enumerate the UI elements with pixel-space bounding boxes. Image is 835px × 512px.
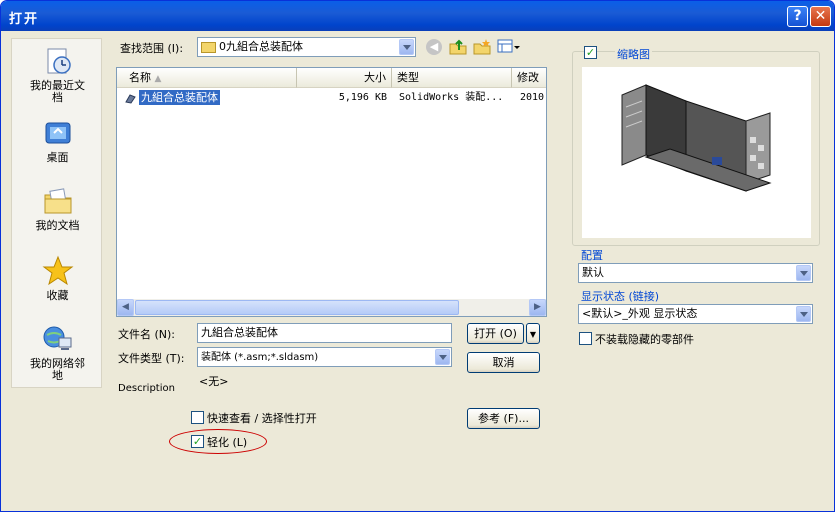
place-label-network: 我的网络邻地 xyxy=(30,357,85,382)
column-header-name[interactable]: 名称 ▲ xyxy=(117,68,297,88)
views-menu-icon[interactable] xyxy=(497,38,521,55)
column-header-size[interactable]: 大小 xyxy=(297,68,392,88)
scroll-right-icon[interactable]: ▶ xyxy=(529,299,546,316)
description-value: <无> xyxy=(199,375,229,388)
scroll-thumb[interactable] xyxy=(135,300,459,315)
quick-view-label: 快速查看 / 选择性打开 xyxy=(207,412,317,425)
references-button[interactable]: 参考 (F)... xyxy=(467,408,540,429)
open-dialog: 打开 ? ✕ 我的最近文档 桌面 我的文档 收藏 我的网络邻地 查找范围 (I)… xyxy=(0,0,835,512)
chevron-down-icon: ▼ xyxy=(529,330,537,339)
table-row[interactable]: 九組合总装配体 5,196 KB SolidWorks 装配... 2010 xyxy=(117,89,546,106)
file-type-dropdown[interactable]: 装配体 (*.asm;*.sldasm) xyxy=(197,347,452,367)
place-label-my-documents: 我的文档 xyxy=(35,219,80,232)
thumbnail-preview xyxy=(582,67,811,238)
chevron-down-icon[interactable] xyxy=(435,349,450,365)
file-type-value: 装配体 (*.asm;*.sldasm) xyxy=(201,352,319,363)
my-documents-icon xyxy=(44,188,71,214)
new-folder-icon[interactable] xyxy=(473,38,491,55)
favorites-star-icon xyxy=(42,255,73,286)
display-state-label: 显示状态 (链接) xyxy=(581,290,660,303)
configuration-value: 默认 xyxy=(582,266,604,279)
back-icon[interactable]: ◀ xyxy=(426,39,442,55)
column-name-label: 名称 xyxy=(129,71,151,84)
file-name-value: 九組合总装配体 xyxy=(201,326,278,339)
chevron-down-icon[interactable] xyxy=(399,39,414,55)
thumbnail-label: 缩略图 xyxy=(615,46,652,62)
recent-documents-icon xyxy=(47,48,71,74)
place-desktop[interactable]: 桌面 xyxy=(12,117,103,164)
display-state-dropdown[interactable]: <默认>_外观 显示状态 xyxy=(578,304,813,324)
desktop-icon xyxy=(45,122,70,144)
look-in-value: 0九組合总装配体 xyxy=(219,40,303,53)
place-label-recent: 我的最近文档 xyxy=(30,79,85,104)
place-my-documents[interactable]: 我的文档 xyxy=(12,185,103,232)
hidden-parts-checkbox[interactable] xyxy=(579,332,592,345)
chevron-down-icon[interactable] xyxy=(796,265,811,281)
file-size-cell: 5,196 KB xyxy=(338,92,387,103)
folder-icon xyxy=(201,41,216,53)
configuration-dropdown[interactable]: 默认 xyxy=(578,263,813,283)
hidden-parts-label: 不装载隐藏的零部件 xyxy=(595,333,694,346)
title-bar[interactable]: 打开 ? ✕ xyxy=(1,1,834,31)
lightweight-label: 轻化 (L) xyxy=(207,436,248,449)
chevron-down-icon[interactable] xyxy=(796,306,811,322)
file-list[interactable]: 名称 ▲ 大小 类型 修改 九組合总装配体 5,196 KB SolidWork… xyxy=(116,67,547,317)
quick-view-checkbox[interactable] xyxy=(191,411,204,424)
lightweight-checkbox[interactable]: ✓ xyxy=(191,435,204,448)
open-options-button[interactable]: ▼ xyxy=(526,323,540,344)
assembly-preview-image xyxy=(621,84,772,192)
description-label: Description xyxy=(118,383,175,394)
place-recent[interactable]: 我的最近文档 xyxy=(12,45,103,104)
sort-ascending-icon: ▲ xyxy=(154,74,162,84)
place-network[interactable]: 我的网络邻地 xyxy=(12,323,103,382)
look-in-label: 查找范围 (I): xyxy=(120,42,184,55)
cancel-button[interactable]: 取消 xyxy=(467,352,540,373)
place-label-desktop: 桌面 xyxy=(46,151,69,164)
file-type-label: 文件类型 (T): xyxy=(118,352,185,365)
file-name-input[interactable]: 九組合总装配体 xyxy=(197,323,452,343)
open-button[interactable]: 打开 (O) xyxy=(467,323,524,344)
place-label-favorites: 收藏 xyxy=(46,289,69,302)
places-bar: 我的最近文档 桌面 我的文档 收藏 我的网络邻地 xyxy=(11,38,102,388)
close-button[interactable]: ✕ xyxy=(810,6,831,27)
window-title: 打开 xyxy=(9,12,40,27)
up-folder-icon[interactable] xyxy=(449,38,467,55)
assembly-file-icon xyxy=(125,92,136,104)
network-places-icon xyxy=(43,326,71,350)
thumbnail-checkbox[interactable]: ✓ xyxy=(584,46,597,59)
file-modified-cell: 2010 xyxy=(520,92,545,103)
scroll-left-icon[interactable]: ◀ xyxy=(117,299,134,316)
column-header-modified[interactable]: 修改 xyxy=(512,68,546,88)
place-favorites[interactable]: 收藏 xyxy=(12,255,103,302)
horizontal-scrollbar[interactable]: ◀ ▶ xyxy=(117,299,546,316)
display-state-value: <默认>_外观 显示状态 xyxy=(582,307,698,320)
file-name-cell: 九組合总装配体 xyxy=(139,90,220,105)
column-header-type[interactable]: 类型 xyxy=(392,68,512,88)
configuration-label: 配置 xyxy=(581,249,603,262)
file-name-label: 文件名 (N): xyxy=(118,328,176,341)
look-in-dropdown[interactable]: 0九組合总装配体 xyxy=(197,37,416,57)
file-type-cell: SolidWorks 装配... xyxy=(399,92,504,103)
help-button[interactable]: ? xyxy=(787,6,808,27)
